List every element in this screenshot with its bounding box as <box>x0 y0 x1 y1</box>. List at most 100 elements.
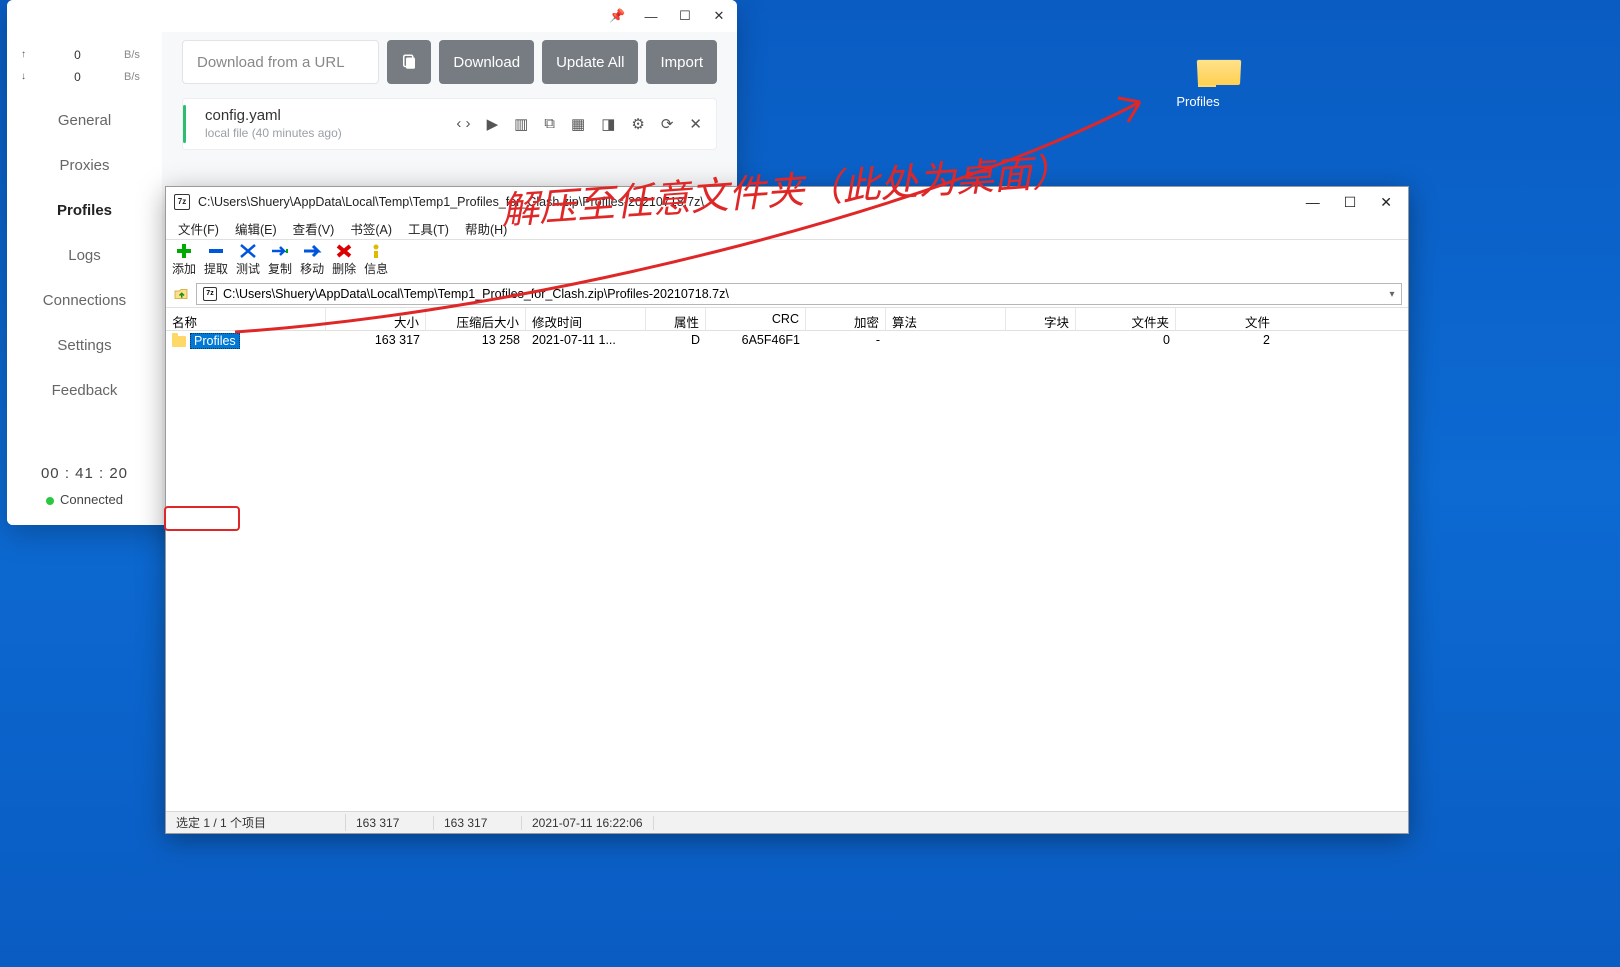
menu-item[interactable]: 工具(T) <box>402 217 455 240</box>
status-size-1: 163 317 <box>346 816 434 830</box>
download-unit: B/s <box>124 66 148 88</box>
import-button[interactable]: Import <box>646 40 717 84</box>
row-block <box>1006 331 1076 351</box>
minimize-button[interactable]: — <box>643 9 659 24</box>
col-alg[interactable]: 算法 <box>886 308 1006 330</box>
toolbar-delete-button[interactable]: 删除 <box>332 240 356 277</box>
maximize-button[interactable]: ☐ <box>677 8 693 24</box>
copy-icon[interactable]: ⧉ <box>544 115 555 133</box>
row-mod: 2021-07-11 1... <box>526 331 646 351</box>
row-name: Profiles <box>166 331 326 351</box>
row-crc: 6A5F46F1 <box>706 331 806 351</box>
sidebar-item-feedback[interactable]: Feedback <box>7 368 162 413</box>
col-attr[interactable]: 属性 <box>646 308 706 330</box>
profile-active-bar <box>183 105 186 143</box>
row-files: 2 <box>1176 331 1276 351</box>
sidebar-item-settings[interactable]: Settings <box>7 323 162 368</box>
toolbar-test-button[interactable]: 测试 <box>236 240 260 277</box>
extract-icon <box>204 242 228 260</box>
table-row[interactable]: Profiles 163 317 13 258 2021-07-11 1... … <box>166 331 1408 351</box>
play-icon[interactable]: ▶ <box>487 115 499 133</box>
pin-icon[interactable]: 📌 <box>609 8 625 24</box>
row-size: 163 317 <box>326 331 426 351</box>
toolbar-add-button[interactable]: 添加 <box>172 240 196 277</box>
col-size[interactable]: 大小 <box>326 308 426 330</box>
row-packed: 13 258 <box>426 331 526 351</box>
refresh-icon[interactable]: ⟳ <box>661 115 674 133</box>
sidebar-item-profiles[interactable]: Profiles <box>7 188 162 233</box>
paste-button[interactable] <box>387 40 431 84</box>
col-folders[interactable]: 文件夹 <box>1076 308 1176 330</box>
menu-item[interactable]: 编辑(E) <box>229 217 283 240</box>
status-text: Connected <box>60 492 123 507</box>
copy-icon <box>268 242 292 260</box>
paste-icon <box>400 53 418 71</box>
profile-subtitle: local file (40 minutes ago) <box>205 126 342 141</box>
connection-status: Connected <box>7 492 162 507</box>
sidebar-item-general[interactable]: General <box>7 98 162 143</box>
delete-icon <box>332 242 356 260</box>
profile-card[interactable]: config.yaml local file (40 minutes ago) … <box>182 98 717 150</box>
download-arrow-icon: ↓ <box>21 66 31 88</box>
book-icon[interactable]: ▥ <box>514 115 528 133</box>
seven-minimize-button[interactable]: — <box>1306 194 1320 211</box>
download-button[interactable]: Download <box>439 40 534 84</box>
menu-item[interactable]: 书签(A) <box>344 217 398 240</box>
col-mod[interactable]: 修改时间 <box>526 308 646 330</box>
seven-maximize-button[interactable]: ☐ <box>1344 194 1357 211</box>
upload-arrow-icon: ↑ <box>21 44 31 66</box>
toolbar-move-button[interactable]: 移动 <box>300 240 324 277</box>
row-name-text: Profiles <box>190 333 240 349</box>
seven-menubar: 文件(F)编辑(E)查看(V)书签(A)工具(T)帮助(H) <box>166 217 1408 239</box>
upload-unit: B/s <box>124 44 148 66</box>
desktop-folder-profiles[interactable]: Profiles <box>1163 72 1233 109</box>
desktop-folder-label: Profiles <box>1163 94 1233 109</box>
seven-zip-logo: 7z <box>174 194 190 210</box>
url-placeholder: Download from a URL <box>197 54 345 71</box>
toolbar-extract-button[interactable]: 提取 <box>204 240 228 277</box>
net-stats: ↑ 0 B/s ↓ 0 B/s <box>7 32 162 98</box>
toolbar-copy-button[interactable]: 复制 <box>268 240 292 277</box>
status-date: 2021-07-11 16:22:06 <box>522 816 654 830</box>
row-folders: 0 <box>1076 331 1176 351</box>
close-button[interactable]: ✕ <box>711 8 727 24</box>
col-enc[interactable]: 加密 <box>806 308 886 330</box>
address-bar[interactable]: 7z ▾ <box>196 283 1402 305</box>
diff-icon[interactable]: ◨ <box>601 115 615 133</box>
col-crc[interactable]: CRC <box>706 308 806 330</box>
gear-icon[interactable]: ⚙ <box>631 115 644 133</box>
toolbar-info-button[interactable]: 信息 <box>364 240 388 277</box>
statusbar: 选定 1 / 1 个项目 163 317 163 317 2021-07-11 … <box>166 811 1408 833</box>
row-alg <box>886 331 1006 351</box>
code-icon[interactable]: ‹ › <box>456 115 470 133</box>
up-folder-icon[interactable] <box>172 285 190 303</box>
info-icon <box>364 242 388 260</box>
seven-zip-window: 7z C:\Users\Shuery\AppData\Local\Temp\Te… <box>165 186 1409 834</box>
archive-icon: 7z <box>203 287 217 301</box>
seven-toolbar: 添加提取测试复制移动删除信息 <box>166 239 1408 281</box>
move-icon <box>300 242 324 260</box>
upload-value: 0 <box>74 44 81 66</box>
qr-icon[interactable]: ▦ <box>571 115 585 133</box>
col-block[interactable]: 字块 <box>1006 308 1076 330</box>
address-input[interactable] <box>223 287 1383 301</box>
url-input[interactable]: Download from a URL <box>182 40 379 84</box>
download-value: 0 <box>74 66 81 88</box>
clash-sidebar: ↑ 0 B/s ↓ 0 B/s GeneralProxiesProfilesLo… <box>7 32 162 525</box>
folder-icon <box>172 336 186 347</box>
uptime-timer: 00 : 41 : 20 <box>7 465 162 482</box>
seven-close-button[interactable]: ✕ <box>1380 194 1392 211</box>
address-dropdown-icon[interactable]: ▾ <box>1383 289 1401 300</box>
sidebar-item-logs[interactable]: Logs <box>7 233 162 278</box>
update-all-button[interactable]: Update All <box>542 40 638 84</box>
menu-item[interactable]: 查看(V) <box>287 217 341 240</box>
col-name[interactable]: 名称 <box>166 308 326 330</box>
sidebar-item-proxies[interactable]: Proxies <box>7 143 162 188</box>
add-icon <box>172 242 196 260</box>
menu-item[interactable]: 文件(F) <box>172 217 225 240</box>
sidebar-item-connections[interactable]: Connections <box>7 278 162 323</box>
col-packed[interactable]: 压缩后大小 <box>426 308 526 330</box>
close-icon[interactable]: ✕ <box>689 115 702 133</box>
test-icon <box>236 242 260 260</box>
col-files[interactable]: 文件 <box>1176 308 1276 330</box>
